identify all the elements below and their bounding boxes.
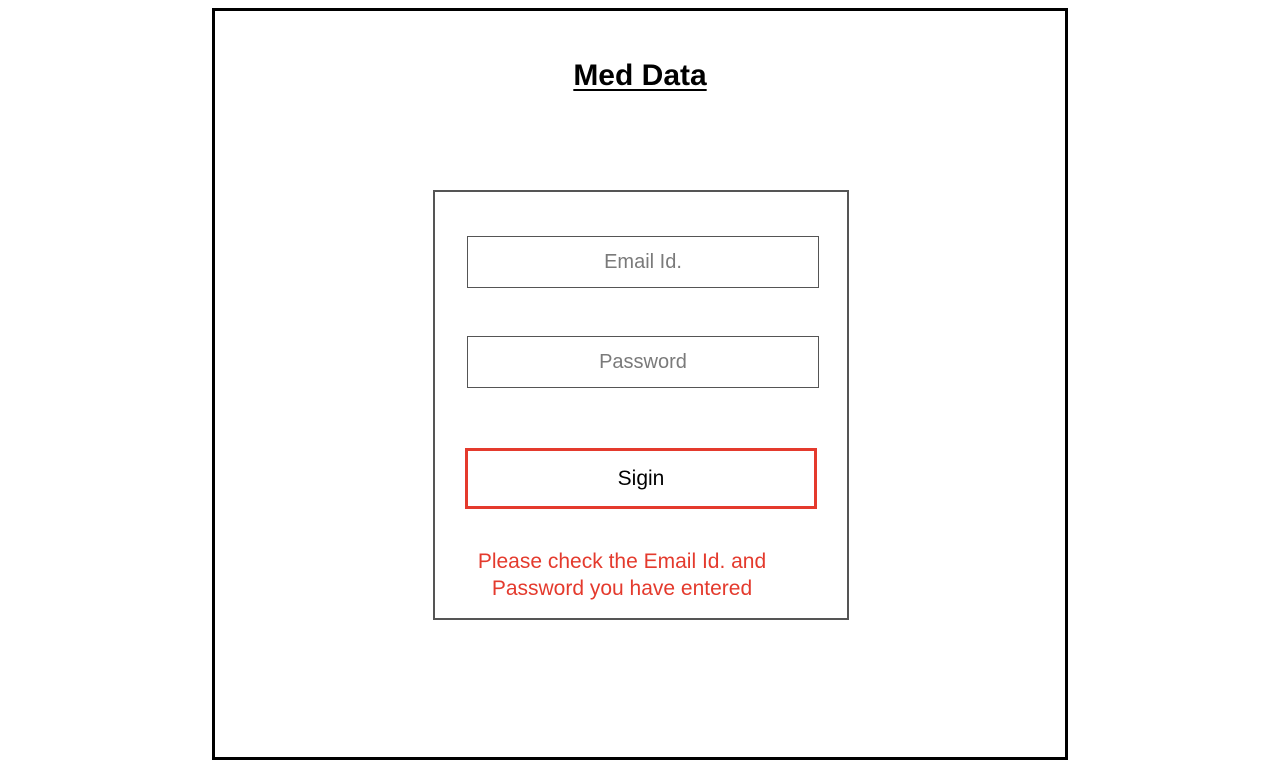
email-field[interactable] [467, 236, 819, 288]
error-message-line: Please check the Email Id. and [477, 550, 767, 573]
app-frame: Med Data Sigin Please check the Email Id… [212, 8, 1068, 760]
error-message: Please check the Email Id. and Password … [455, 548, 789, 602]
error-message-line: Password you have entered [491, 577, 753, 600]
password-field[interactable] [467, 336, 819, 388]
signin-button[interactable]: Sigin [465, 448, 817, 509]
login-form: Sigin Please check the Email Id. and Pas… [433, 190, 849, 620]
page-title: Med Data [573, 59, 707, 92]
